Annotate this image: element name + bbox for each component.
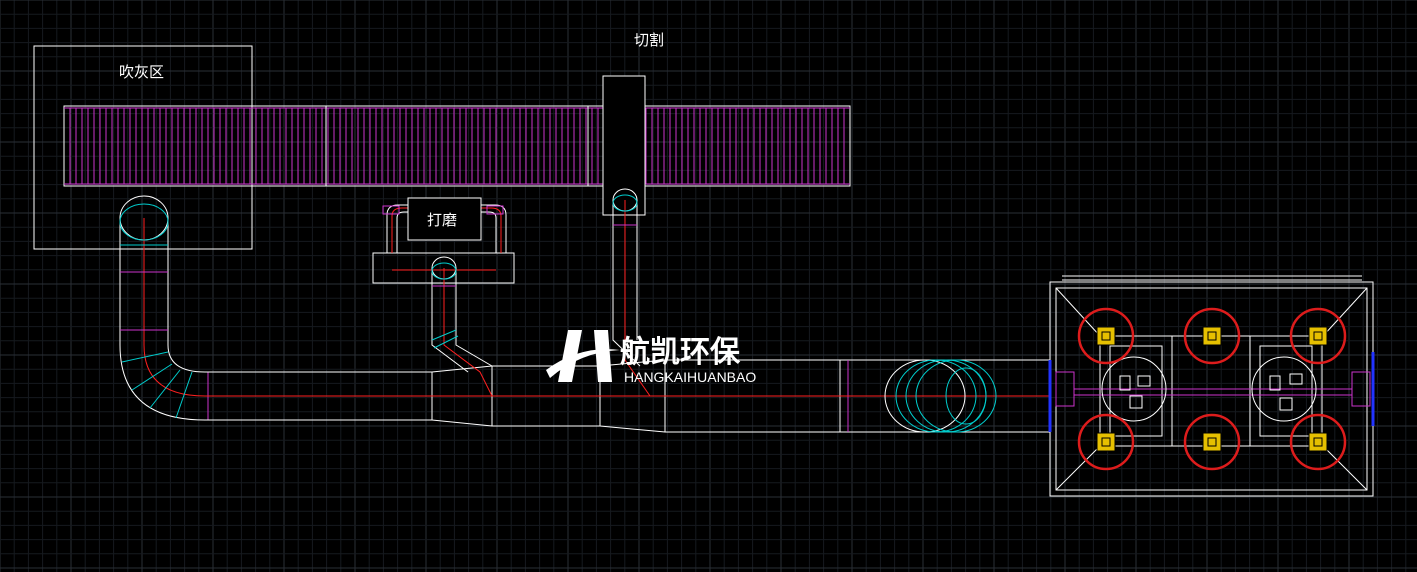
motor-icon	[1308, 432, 1328, 452]
motor-icon	[1096, 326, 1116, 346]
logo-chinese: 航凯环保	[620, 335, 741, 370]
background-grid	[0, 0, 1417, 572]
logo-english: HANGKAIHUANBAO	[624, 369, 756, 385]
filter-unit	[1289, 413, 1347, 471]
filter-unit	[1077, 413, 1135, 471]
cad-drawing: 吹灰区 切割 打磨 航凯环保 HANGKAIHUANBAO	[0, 0, 1417, 572]
grinding-label: 打磨	[427, 211, 457, 229]
company-logo: 航凯环保 HANGKAIHUANBAO	[546, 330, 756, 385]
logo-mark-icon	[546, 330, 620, 382]
motor-icon	[1202, 432, 1222, 452]
blow-zone-label: 吹灰区	[119, 63, 164, 81]
motor-icon	[1202, 326, 1222, 346]
motor-icon	[1308, 326, 1328, 346]
grille-conveyor	[63, 105, 851, 187]
grille-slats	[64, 107, 850, 185]
blow-zone-duct	[119, 195, 209, 421]
motor-icon	[1096, 432, 1116, 452]
cutting-label: 切割	[634, 31, 664, 49]
cutting-hood	[602, 75, 646, 216]
